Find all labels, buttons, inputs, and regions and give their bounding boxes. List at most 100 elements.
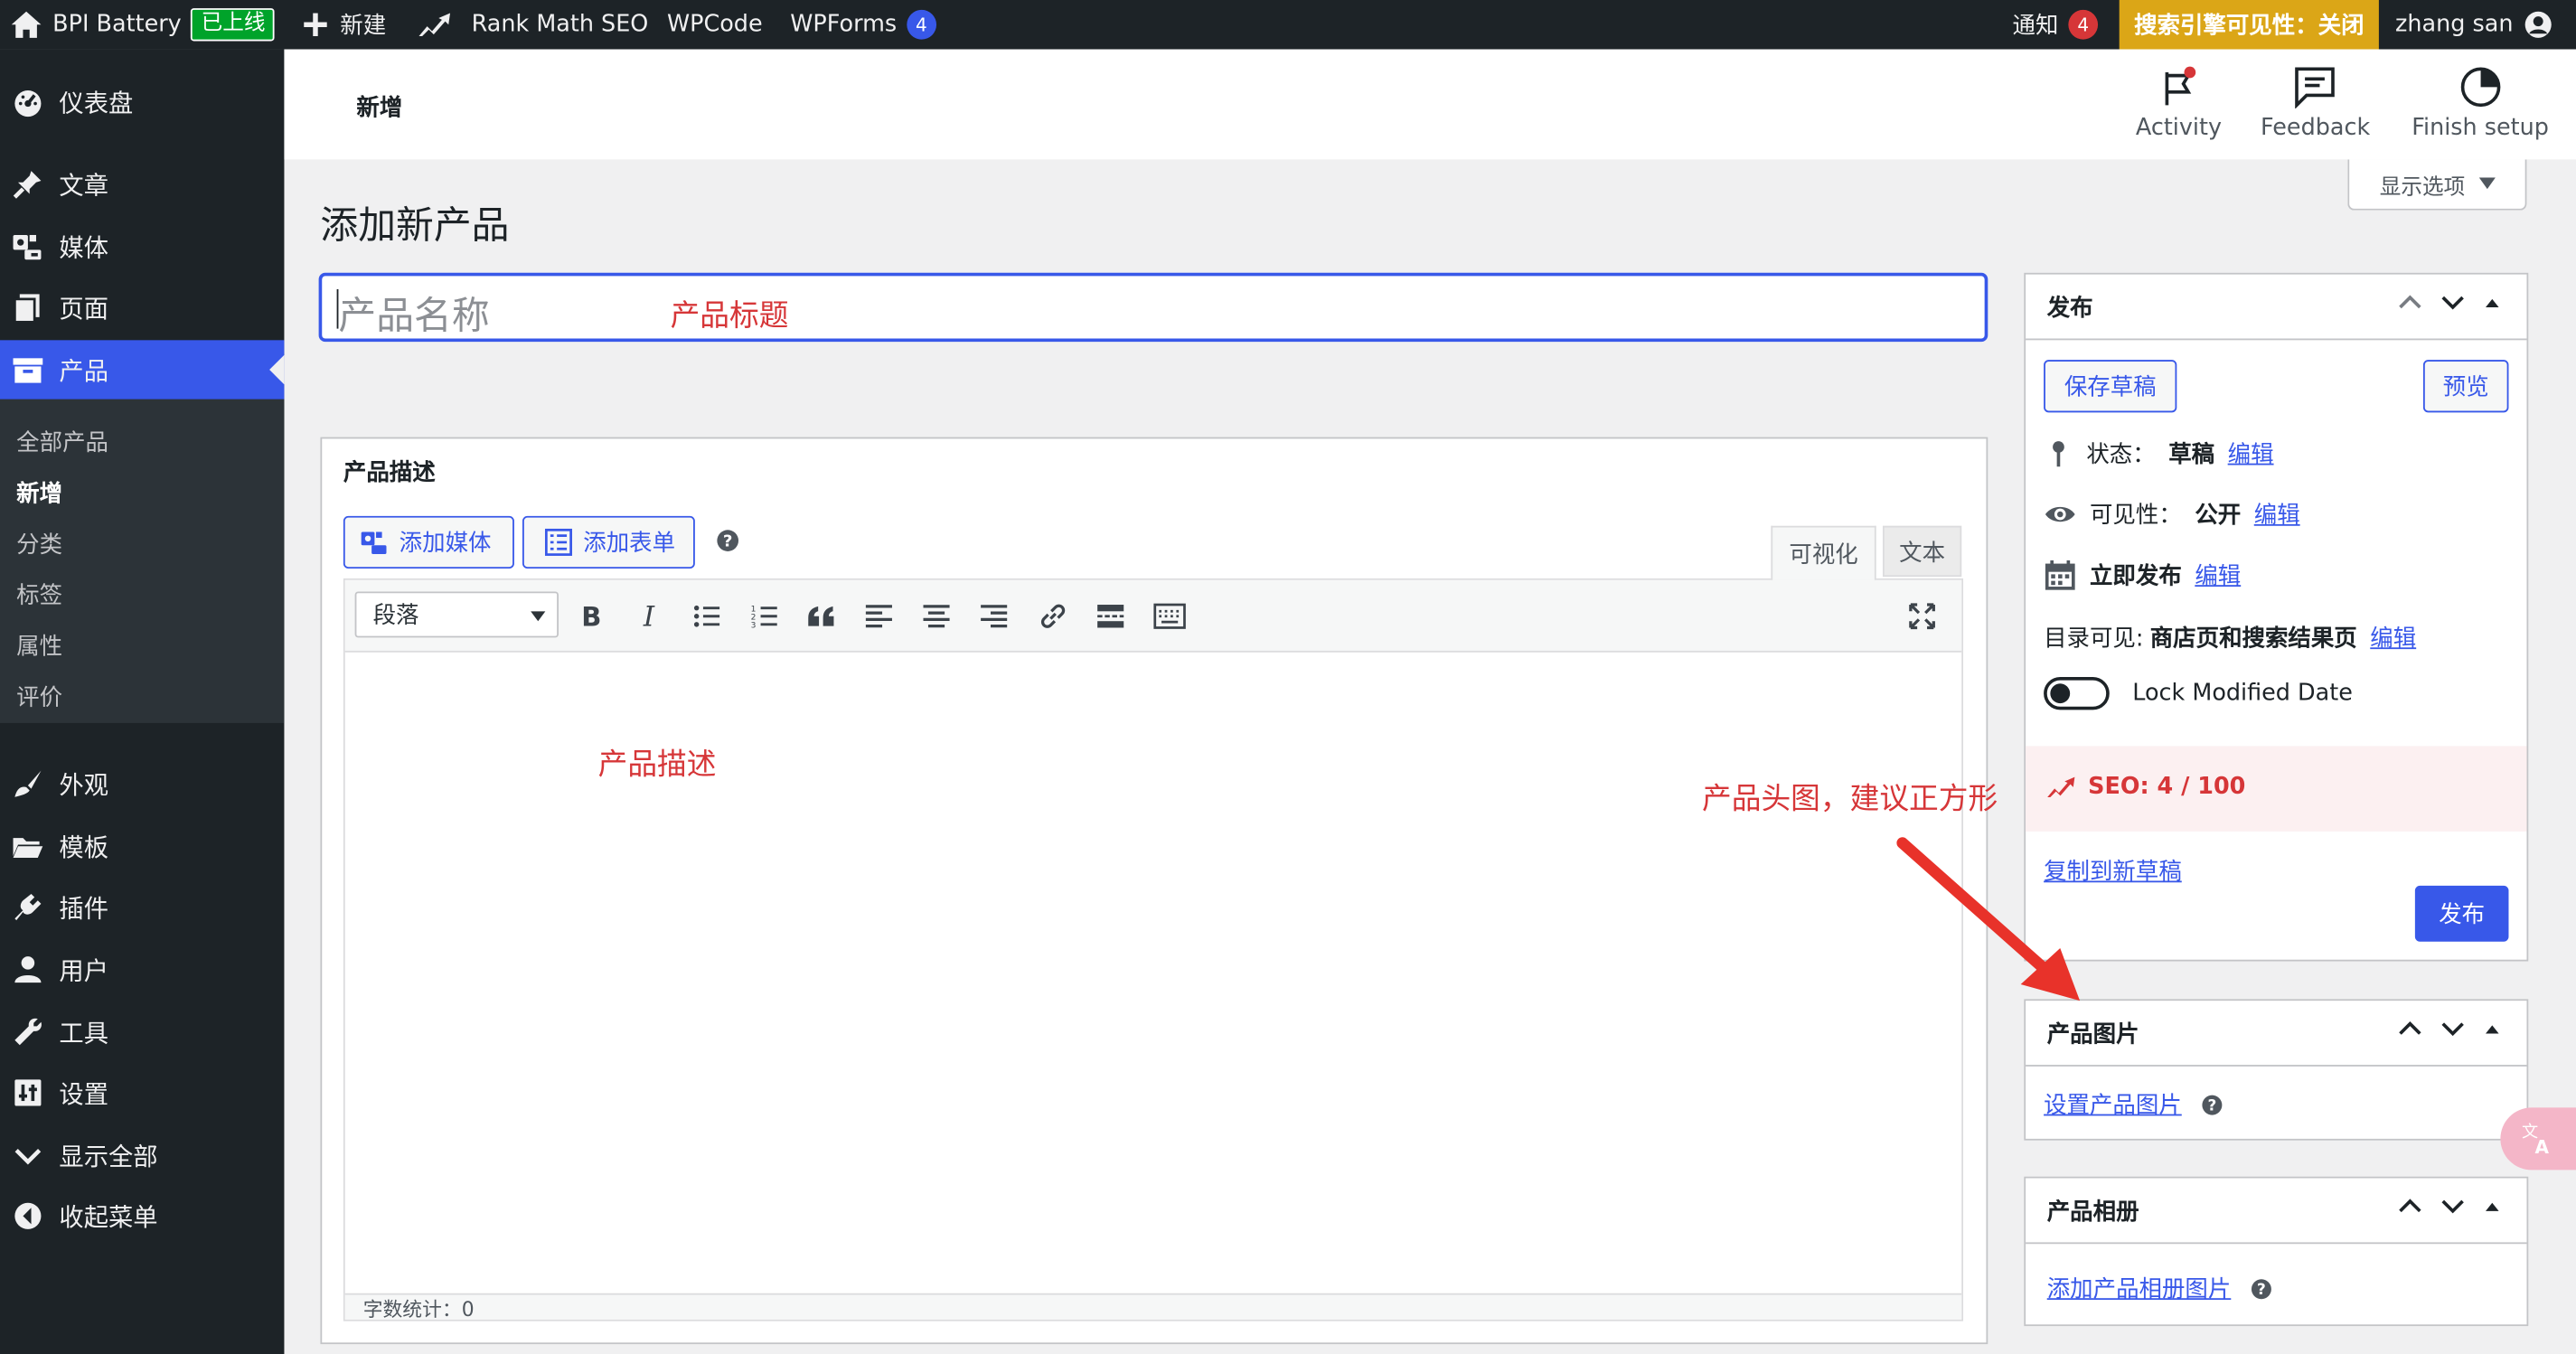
- sidebar-item-show-all[interactable]: 显示全部: [0, 1125, 284, 1184]
- sidebar-item-collapse[interactable]: 收起菜单: [0, 1187, 284, 1246]
- fullscreen-button[interactable]: [1905, 600, 1938, 633]
- catalog-label: 目录可见:: [2044, 625, 2144, 653]
- align-left-button[interactable]: [862, 600, 895, 633]
- publish-button[interactable]: 发布: [2414, 885, 2509, 942]
- active-pointer: [269, 354, 285, 385]
- product-image-box-controls: [2397, 1019, 2502, 1039]
- chevron-up-icon[interactable]: [2397, 293, 2423, 313]
- submenu-reviews[interactable]: 评价: [16, 681, 62, 713]
- wp-admin-screen: BPI Battery 已上线 新建 Rank Math SEO WPCode …: [0, 0, 2576, 1354]
- help-icon[interactable]: ?: [2202, 1094, 2223, 1115]
- seo-score: SEO: 4 / 100: [2045, 774, 2245, 800]
- wpforms-menu[interactable]: WPForms 4: [790, 0, 936, 50]
- translate-widget[interactable]: 文A: [2500, 1107, 2576, 1171]
- submenu-tags[interactable]: 标签: [16, 578, 62, 611]
- toolbar-toggle-button[interactable]: [1152, 600, 1188, 633]
- sidebar-item-users[interactable]: 用户: [0, 940, 284, 999]
- italic-button[interactable]: I: [633, 600, 665, 633]
- notifications-menu[interactable]: 通知 4: [2013, 0, 2099, 50]
- chevron-down-icon[interactable]: [2440, 1019, 2466, 1039]
- feedback-button[interactable]: Feedback: [2261, 66, 2370, 141]
- sidebar-item-label: 页面: [59, 293, 108, 324]
- wpcode-menu[interactable]: WPCode: [667, 0, 763, 50]
- activity-button[interactable]: Activity: [2136, 66, 2222, 141]
- sidebar-item-media[interactable]: 媒体: [0, 217, 284, 276]
- site-name-link[interactable]: BPI Battery 已上线: [10, 0, 276, 50]
- sidebar-item-settings[interactable]: 设置: [0, 1063, 284, 1122]
- catalog-edit-link[interactable]: 编辑: [2370, 621, 2416, 653]
- triangle-up-icon[interactable]: [2482, 1197, 2502, 1217]
- triangle-up-icon[interactable]: [2482, 293, 2502, 313]
- wpcode-label: WPCode: [666, 11, 763, 38]
- numbered-list-icon: 123: [749, 603, 779, 629]
- product-title-input[interactable]: 产品名称: [318, 272, 1988, 343]
- add-media-button[interactable]: 添加媒体: [343, 515, 514, 569]
- chevron-down-icon[interactable]: [2440, 293, 2466, 313]
- sidebar-item-products[interactable]: 产品: [0, 340, 285, 400]
- quote-icon: [806, 605, 836, 627]
- rankmath-menu[interactable]: Rank Math SEO: [418, 0, 648, 50]
- save-draft-button[interactable]: 保存草稿: [2044, 360, 2177, 413]
- svg-text:B: B: [581, 603, 601, 629]
- lock-modified-toggle[interactable]: [2044, 677, 2110, 710]
- sidebar-item-dashboard[interactable]: 仪表盘: [0, 72, 284, 131]
- chevron-down-icon: [10, 1137, 46, 1173]
- help-icon[interactable]: ?: [716, 529, 739, 551]
- user-icon: [10, 952, 46, 988]
- set-product-image-link[interactable]: 设置产品图片: [2044, 1088, 2182, 1121]
- align-right-button[interactable]: [977, 600, 1010, 633]
- new-label: 新建: [340, 13, 387, 40]
- link-icon: [1037, 600, 1069, 633]
- bold-icon: B: [578, 603, 605, 629]
- insert-link-button[interactable]: [1037, 600, 1069, 633]
- screen-options-button[interactable]: 显示选项: [2347, 159, 2527, 211]
- chevron-up-icon[interactable]: [2397, 1019, 2423, 1039]
- triangle-up-icon[interactable]: [2482, 1019, 2502, 1039]
- fullscreen-icon: [1907, 601, 1937, 631]
- visibility-edit-link[interactable]: 编辑: [2254, 498, 2300, 531]
- bold-button[interactable]: B: [575, 600, 607, 633]
- sidebar-item-tools[interactable]: 工具: [0, 1002, 284, 1061]
- status-edit-link[interactable]: 编辑: [2228, 437, 2274, 470]
- add-gallery-images-link[interactable]: 添加产品相册图片: [2047, 1272, 2232, 1304]
- preview-button[interactable]: 预览: [2422, 360, 2509, 413]
- notifications-label: 通知: [2012, 13, 2059, 40]
- read-more-button[interactable]: [1095, 600, 1127, 633]
- numbered-list-button[interactable]: 123: [747, 600, 780, 633]
- tab-text[interactable]: 文本: [1882, 525, 1962, 578]
- sidebar-item-appearance[interactable]: 外观: [0, 754, 284, 813]
- site-name: BPI Battery: [52, 11, 182, 38]
- seo-visibility-notice[interactable]: 搜索引擎可见性：关闭: [2119, 0, 2379, 50]
- help-icon[interactable]: ?: [2251, 1277, 2272, 1299]
- chevron-down-icon[interactable]: [2440, 1197, 2466, 1217]
- pages-icon: [10, 289, 46, 325]
- sidebar-item-label: 文章: [59, 170, 108, 200]
- status-value: 草稿: [2168, 442, 2215, 469]
- publish-time-edit-link[interactable]: 编辑: [2195, 559, 2241, 591]
- seo-score-text: SEO: 4 / 100: [2088, 774, 2246, 801]
- seo-score-bar[interactable]: SEO: 4 / 100: [2026, 746, 2527, 832]
- chevron-up-icon[interactable]: [2397, 1197, 2423, 1217]
- status-label: 状态：: [2086, 442, 2156, 469]
- admin-sidebar: 仪表盘 文章 媒体 页面 产品 全部产品 新增 分类 标签 属性 评价 外观 模…: [0, 49, 285, 1354]
- svg-text:?: ?: [2257, 1279, 2266, 1297]
- finish-setup-button[interactable]: Finish setup: [2411, 66, 2549, 141]
- submenu-all-products[interactable]: 全部产品: [16, 426, 108, 458]
- submenu-categories[interactable]: 分类: [16, 528, 62, 560]
- sidebar-item-posts[interactable]: 文章: [0, 155, 284, 213]
- bullet-list-button[interactable]: [690, 600, 722, 633]
- sidebar-item-templates[interactable]: 模板: [0, 817, 284, 876]
- tab-visual[interactable]: 可视化: [1771, 525, 1876, 580]
- sidebar-item-plugins[interactable]: 插件: [0, 878, 284, 936]
- editor-status-bar: [344, 1293, 1962, 1320]
- blockquote-button[interactable]: [805, 600, 838, 633]
- submenu-attributes[interactable]: 属性: [16, 629, 62, 662]
- submenu-add-new[interactable]: 新增: [16, 476, 62, 509]
- user-account-menu[interactable]: zhang san: [2395, 0, 2552, 50]
- add-form-button[interactable]: 添加表单: [522, 515, 695, 569]
- plugin-icon: [10, 889, 46, 926]
- new-content-button[interactable]: 新建: [301, 0, 387, 50]
- format-select[interactable]: 段落: [354, 591, 559, 638]
- sidebar-item-pages[interactable]: 页面: [0, 277, 284, 336]
- align-center-button[interactable]: [920, 600, 953, 633]
